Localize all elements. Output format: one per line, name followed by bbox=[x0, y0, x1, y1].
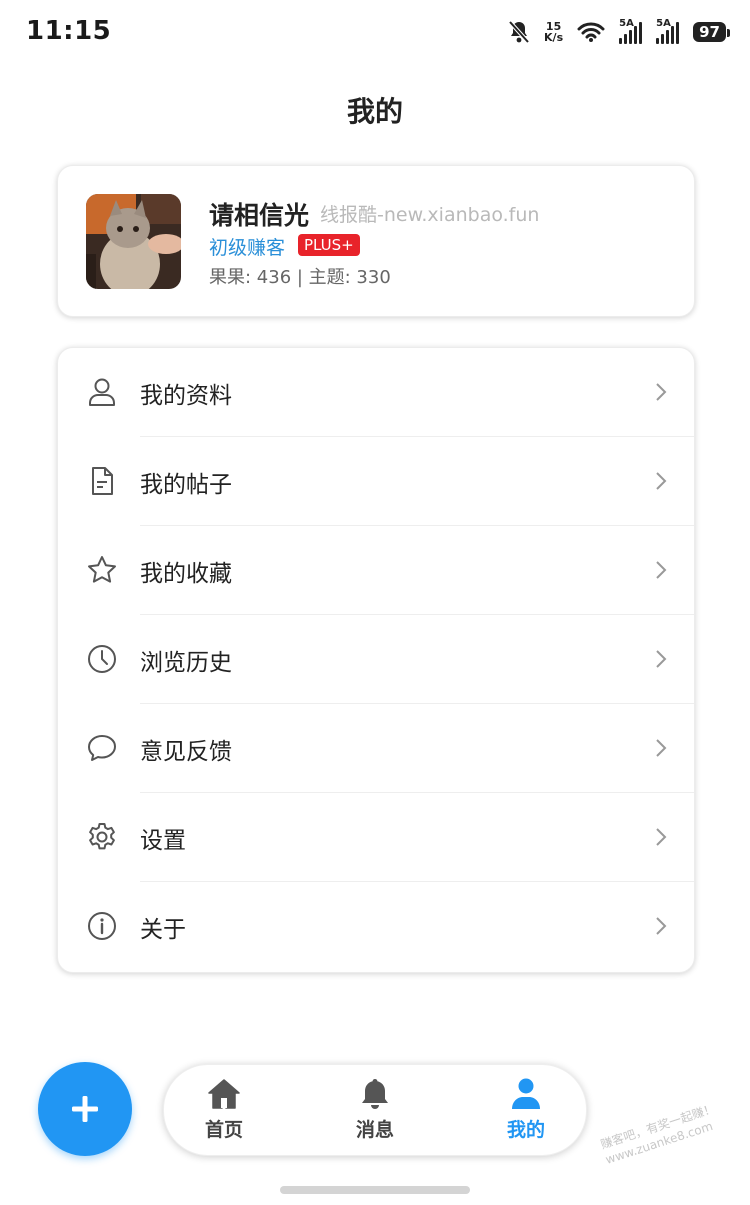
nav-label-home: 首页 bbox=[204, 1119, 243, 1141]
bottom-nav: 首页 消息 我的 bbox=[163, 1064, 587, 1156]
menu-item-feedback[interactable]: 意见反馈 bbox=[58, 704, 694, 793]
menu-item-label: 关于 bbox=[140, 917, 186, 943]
profile-card[interactable]: 请相信光 线报酷-new.xianbao.fun 初级赚客 PLUS+ 果果: … bbox=[57, 165, 695, 317]
user-stats: 果果: 436 | 主题: 330 bbox=[209, 267, 391, 288]
chevron-right-icon bbox=[656, 739, 667, 757]
person-icon bbox=[512, 1078, 540, 1109]
star-icon bbox=[88, 556, 116, 583]
chevron-right-icon bbox=[656, 917, 667, 935]
chevron-right-icon bbox=[656, 472, 667, 490]
site-watermark: 线报酷-new.xianbao.fun bbox=[320, 204, 540, 226]
menu-card: 我的资料 我的帖子 我的收藏 浏览历史 意见反馈 设置 关于 bbox=[57, 347, 695, 973]
menu-item-favorites[interactable]: 我的收藏 bbox=[58, 526, 694, 615]
nav-label-me: 我的 bbox=[506, 1119, 545, 1141]
speed-unit: K/s bbox=[544, 31, 564, 44]
document-icon bbox=[92, 467, 113, 495]
nav-item-messages[interactable]: 消息 bbox=[325, 1077, 425, 1142]
menu-item-settings[interactable]: 设置 bbox=[58, 793, 694, 882]
menu-item-label: 我的收藏 bbox=[140, 561, 232, 587]
battery-icon: 97 bbox=[693, 22, 730, 42]
menu-item-history[interactable]: 浏览历史 bbox=[58, 615, 694, 704]
menu-item-label: 设置 bbox=[140, 828, 186, 854]
home-indicator[interactable] bbox=[280, 1186, 470, 1194]
chevron-right-icon bbox=[656, 650, 667, 668]
gear-icon bbox=[89, 823, 115, 850]
username: 请相信光 bbox=[209, 201, 310, 230]
user-level: 初级赚客 bbox=[209, 237, 286, 259]
chevron-right-icon bbox=[656, 561, 667, 579]
nav-label-messages: 消息 bbox=[355, 1119, 394, 1141]
menu-item-label: 我的帖子 bbox=[140, 472, 232, 498]
status-icons: 15 K/s 5A 5A 97 bbox=[508, 18, 730, 44]
page-title: 我的 bbox=[346, 95, 403, 128]
menu-item-about[interactable]: 关于 bbox=[58, 882, 694, 971]
chat-bubble-icon bbox=[88, 735, 116, 761]
menu-item-my-profile[interactable]: 我的资料 bbox=[58, 348, 694, 437]
wifi-icon bbox=[577, 22, 605, 42]
plus-badge: PLUS+ bbox=[298, 234, 360, 256]
add-post-button[interactable] bbox=[38, 1062, 132, 1156]
nav-item-me[interactable]: 我的 bbox=[476, 1077, 576, 1142]
signal-1-label: 5A bbox=[619, 18, 634, 29]
avatar[interactable] bbox=[86, 194, 181, 289]
user-icon bbox=[89, 378, 115, 406]
status-bar: 11:15 15 K/s 5A 5A 97 bbox=[0, 0, 750, 66]
cell-signal-2-icon: 5A bbox=[656, 18, 680, 44]
menu-item-label: 我的资料 bbox=[140, 383, 232, 409]
status-time: 11:15 bbox=[26, 16, 112, 46]
info-icon bbox=[88, 912, 116, 940]
signal-2-label: 5A bbox=[656, 18, 671, 29]
chevron-right-icon bbox=[656, 828, 667, 846]
cell-signal-1-icon: 5A bbox=[619, 18, 643, 44]
bell-icon bbox=[362, 1079, 388, 1109]
bell-muted-icon bbox=[508, 20, 530, 44]
network-speed: 15 K/s bbox=[544, 21, 563, 43]
plus-icon bbox=[72, 1096, 98, 1122]
menu-item-my-posts[interactable]: 我的帖子 bbox=[58, 437, 694, 526]
clock-icon bbox=[88, 645, 116, 673]
chevron-right-icon bbox=[656, 383, 667, 401]
corner-watermark: 赚客吧，有奖一起赚！ www.zuanke8.com bbox=[598, 1094, 741, 1168]
home-icon bbox=[208, 1079, 240, 1109]
menu-item-label: 意见反馈 bbox=[140, 739, 232, 765]
nav-item-home[interactable]: 首页 bbox=[174, 1077, 274, 1142]
menu-item-label: 浏览历史 bbox=[140, 650, 232, 676]
